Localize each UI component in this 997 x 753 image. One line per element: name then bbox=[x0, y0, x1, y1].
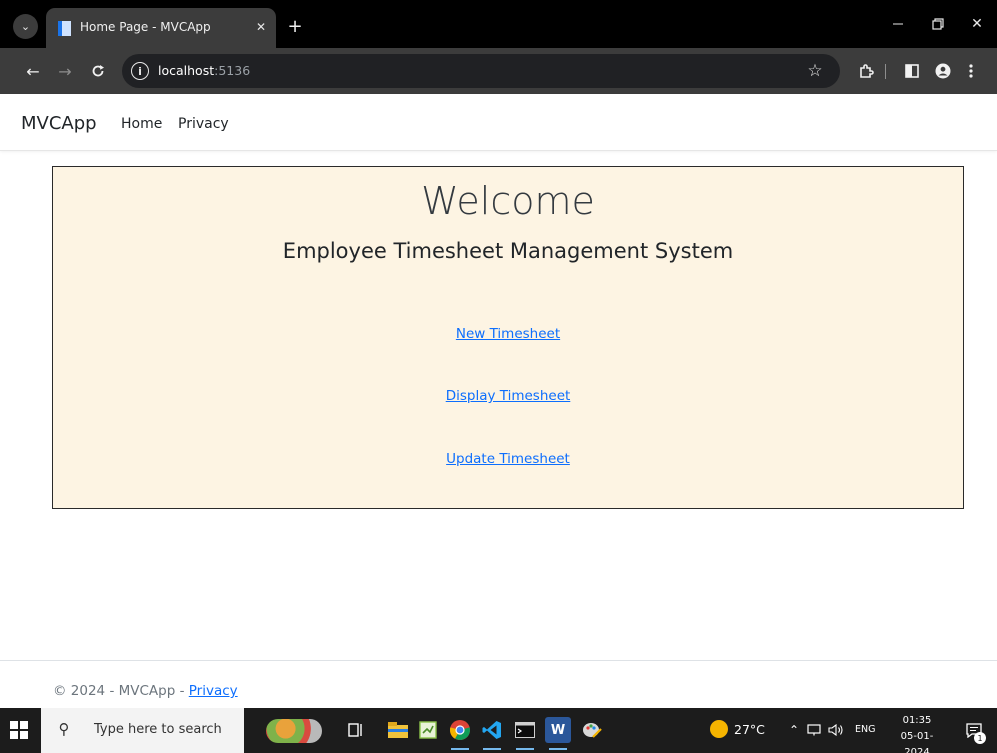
side-panel-icon bbox=[905, 64, 919, 78]
weather-temperature[interactable]: 27°C bbox=[734, 722, 765, 737]
restore-button[interactable] bbox=[926, 14, 950, 34]
footer-text: © 2024 - MVCApp - Privacy bbox=[53, 683, 238, 699]
paint-button[interactable] bbox=[579, 717, 605, 743]
vscode-icon bbox=[482, 721, 501, 739]
profile-button[interactable] bbox=[932, 60, 954, 82]
url-host: localhost bbox=[158, 63, 215, 78]
page-title: Welcome bbox=[421, 179, 595, 223]
terminal-button[interactable] bbox=[512, 717, 538, 750]
new-tab-button[interactable]: + bbox=[284, 15, 306, 37]
tab-title: Home Page - MVCApp bbox=[80, 20, 211, 34]
chevron-down-icon: ⌄ bbox=[20, 20, 31, 33]
search-icon: ⚲ bbox=[58, 720, 70, 738]
minimize-button[interactable] bbox=[886, 14, 910, 34]
address-bar[interactable]: i localhost:5136 ☆ bbox=[122, 54, 840, 88]
welcome-panel: Welcome Employee Timesheet Management Sy… bbox=[52, 166, 964, 509]
tab-search-button[interactable]: ⌄ bbox=[13, 14, 38, 39]
paint-icon bbox=[583, 723, 602, 738]
url-text[interactable]: localhost:5136 bbox=[158, 63, 250, 78]
window-close-button[interactable]: ✕ bbox=[965, 14, 989, 34]
site-navbar: MVCApp Home Privacy bbox=[0, 94, 997, 151]
notepad-plus-icon bbox=[419, 721, 437, 739]
search-highlight-icon[interactable] bbox=[266, 719, 322, 743]
arrow-left-icon: ← bbox=[26, 61, 40, 81]
footer-privacy-link[interactable]: Privacy bbox=[189, 683, 238, 699]
star-icon[interactable]: ☆ bbox=[804, 60, 826, 82]
windows-logo-icon bbox=[10, 721, 18, 729]
chevron-up-icon[interactable]: ⌃ bbox=[786, 721, 802, 739]
browser-tab[interactable]: Home Page - MVCApp ✕ bbox=[46, 8, 276, 48]
search-placeholder: Type here to search bbox=[94, 722, 222, 737]
url-port: :5136 bbox=[214, 63, 251, 78]
site-footer: © 2024 - MVCApp - Privacy bbox=[0, 660, 997, 708]
task-view-icon bbox=[348, 723, 362, 737]
volume-icon[interactable] bbox=[828, 721, 844, 739]
menu-button[interactable] bbox=[960, 60, 982, 82]
minimize-icon bbox=[893, 23, 903, 25]
side-panel-button[interactable] bbox=[901, 60, 923, 82]
toolbar-divider bbox=[885, 64, 886, 79]
restore-icon bbox=[932, 18, 944, 30]
notepad-plus-button[interactable] bbox=[415, 717, 441, 743]
extensions-button[interactable] bbox=[855, 60, 877, 82]
browser-toolbar: ← → i localhost:5136 ☆ bbox=[0, 48, 997, 94]
brand-link[interactable]: MVCApp bbox=[21, 113, 97, 134]
profile-icon bbox=[935, 63, 951, 79]
forward-button[interactable]: → bbox=[53, 59, 77, 83]
word-icon: W bbox=[550, 722, 566, 738]
arrow-right-icon: → bbox=[58, 61, 72, 81]
tab-close-button[interactable]: ✕ bbox=[252, 18, 270, 36]
chrome-button[interactable] bbox=[447, 717, 473, 750]
windows-logo-pane bbox=[20, 721, 28, 729]
file-explorer-button[interactable] bbox=[385, 717, 411, 743]
word-button[interactable]: W bbox=[545, 717, 571, 750]
task-view-button[interactable] bbox=[343, 717, 369, 743]
close-icon: ✕ bbox=[971, 16, 983, 32]
clock-date: 05-01-2024 bbox=[900, 731, 934, 753]
puzzle-icon bbox=[860, 64, 874, 78]
close-icon: ✕ bbox=[255, 20, 267, 34]
weather-icon[interactable] bbox=[710, 720, 728, 738]
windows-logo-pane bbox=[10, 731, 18, 739]
back-button[interactable]: ← bbox=[21, 59, 45, 83]
plus-icon: + bbox=[287, 15, 303, 37]
start-button[interactable] bbox=[10, 721, 28, 739]
file-explorer-icon bbox=[388, 722, 408, 738]
terminal-icon bbox=[515, 722, 535, 738]
page-subtitle: Employee Timesheet Management System bbox=[282, 239, 734, 263]
reload-icon bbox=[92, 65, 104, 77]
clock[interactable]: 01:35 05-01-2024 bbox=[892, 713, 942, 753]
input-language[interactable]: ENG bbox=[855, 724, 875, 735]
vscode-button[interactable] bbox=[479, 717, 505, 750]
network-icon[interactable] bbox=[806, 721, 822, 739]
nav-link-privacy[interactable]: Privacy bbox=[178, 116, 229, 132]
page-favicon-icon bbox=[58, 21, 71, 36]
clock-time: 01:35 bbox=[902, 715, 932, 726]
taskbar-search[interactable]: ⚲ Type here to search bbox=[41, 708, 244, 753]
display-timesheet-link[interactable]: Display Timesheet bbox=[53, 388, 963, 404]
notification-count-badge: 1 bbox=[974, 732, 986, 744]
footer-copyright: © 2024 - MVCApp - bbox=[53, 683, 189, 699]
update-timesheet-link[interactable]: Update Timesheet bbox=[53, 451, 963, 467]
info-icon[interactable]: i bbox=[131, 62, 149, 80]
taskbar: ⚲ Type here to search W 27°C ⌃ ENG 01:35… bbox=[0, 708, 997, 753]
more-vertical-icon bbox=[969, 64, 973, 78]
chrome-icon bbox=[449, 720, 471, 741]
reload-button[interactable] bbox=[86, 59, 110, 83]
browser-tab-strip: ⌄ Home Page - MVCApp ✕ + ✕ bbox=[0, 0, 997, 48]
windows-logo-pane bbox=[20, 731, 28, 739]
new-timesheet-link[interactable]: New Timesheet bbox=[53, 326, 963, 342]
nav-link-home[interactable]: Home bbox=[121, 116, 162, 132]
